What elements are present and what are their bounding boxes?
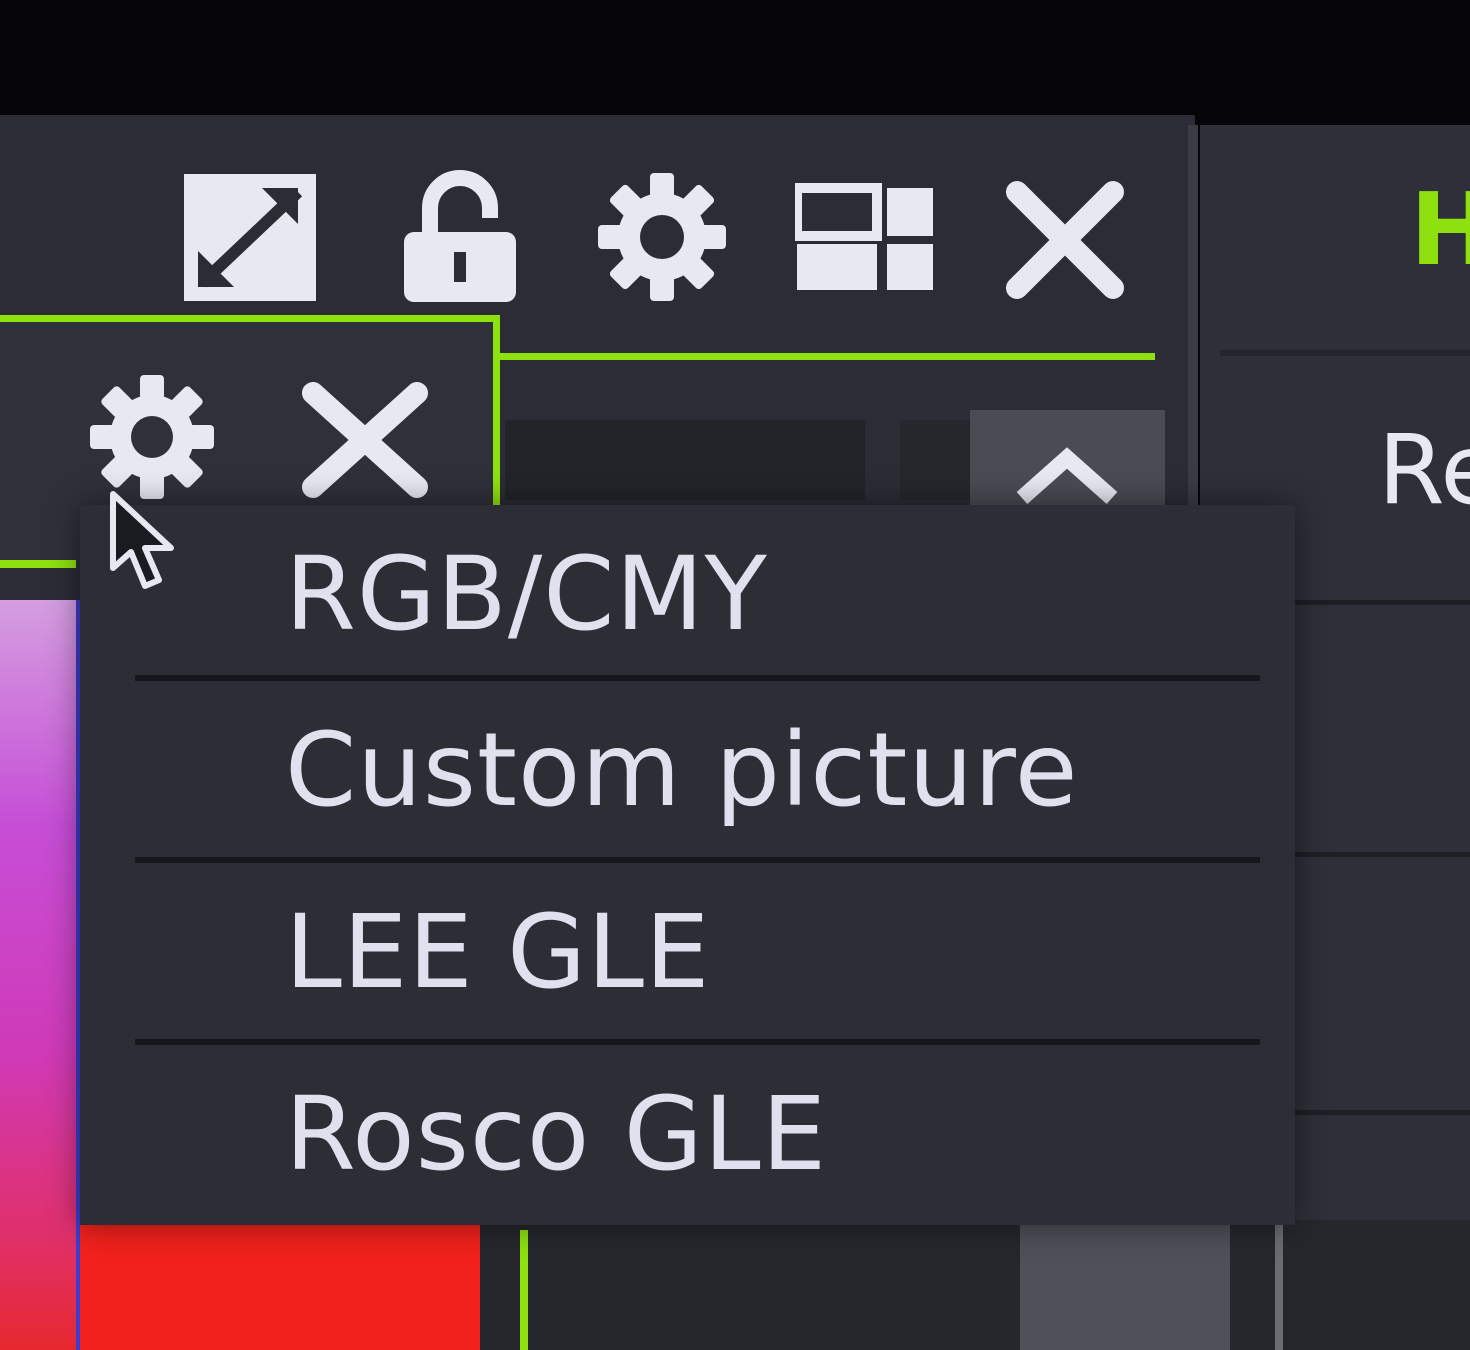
menu-item-lee-gle[interactable]: LEE GLE <box>80 863 1295 1041</box>
active-tab-border <box>0 315 500 322</box>
menu-item-label: LEE GLE <box>285 893 711 1012</box>
right-panel-label: Re <box>1378 414 1470 526</box>
screen-bezel <box>0 0 1470 120</box>
menu-item-custom-picture[interactable]: Custom picture <box>80 681 1295 859</box>
right-panel-separator <box>1220 350 1470 356</box>
bottom-panel <box>480 1220 1470 1350</box>
panel-divider <box>1275 1215 1283 1350</box>
menu-item-rosco-gle[interactable]: Rosco GLE <box>80 1045 1295 1223</box>
active-tab-border <box>493 315 500 505</box>
scroll-up-button[interactable] <box>970 410 1165 505</box>
right-panel-header: H <box>1410 171 1470 288</box>
gear-icon[interactable] <box>592 170 732 305</box>
menu-item-label: RGB/CMY <box>285 535 768 654</box>
color-swatch[interactable] <box>80 1225 480 1350</box>
picker-mode-menu: RGB/CMY Custom picture LEE GLE Rosco GLE <box>80 505 1295 1225</box>
close-icon[interactable] <box>995 170 1135 305</box>
color-gradient-strip[interactable] <box>0 600 82 1350</box>
unlock-icon[interactable] <box>400 170 520 305</box>
panel-divider[interactable] <box>1188 125 1198 525</box>
menu-item-label: Custom picture <box>285 711 1079 830</box>
close-icon[interactable] <box>295 375 440 505</box>
mouse-cursor-icon <box>105 490 190 595</box>
list-separator <box>1295 600 1470 605</box>
scrollbar-thumb[interactable] <box>1020 1225 1230 1350</box>
list-separator <box>1295 852 1470 857</box>
search-field[interactable] <box>505 420 865 500</box>
menu-item-rgb-cmy[interactable]: RGB/CMY <box>80 505 1295 683</box>
menu-item-label: Rosco GLE <box>285 1075 828 1194</box>
tab-strip-border <box>0 560 76 568</box>
scroll-track[interactable] <box>900 420 970 500</box>
layout-icon[interactable] <box>792 170 935 305</box>
chevron-up-icon <box>1016 447 1118 504</box>
list-separator <box>1295 1110 1470 1115</box>
gear-icon[interactable] <box>80 375 225 505</box>
tab-strip-border <box>520 1230 528 1350</box>
expand-icon[interactable] <box>180 170 320 305</box>
tab-strip-border <box>500 353 1155 360</box>
